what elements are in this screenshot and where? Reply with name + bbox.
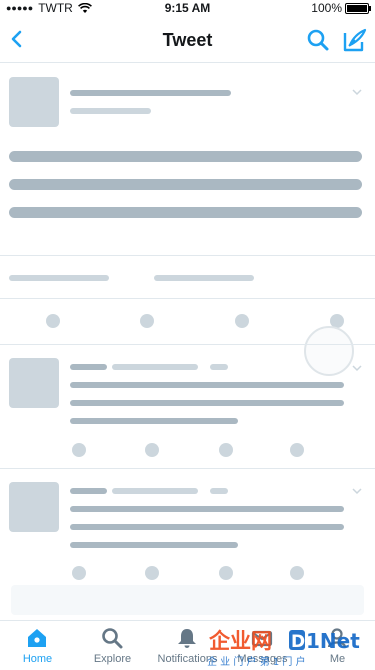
- chevron-down-icon[interactable]: [351, 86, 363, 98]
- avatar-placeholder: [9, 77, 59, 127]
- battery-group: 100%: [311, 1, 371, 15]
- action-like-placeholder[interactable]: [219, 566, 233, 580]
- tab-explore[interactable]: Explore: [75, 621, 150, 670]
- action-reply-placeholder[interactable]: [72, 443, 86, 457]
- name-placeholder: [70, 488, 107, 494]
- text-line-placeholder: [70, 418, 238, 424]
- avatar-placeholder: [9, 358, 59, 408]
- time-placeholder: [210, 488, 228, 494]
- action-like-placeholder[interactable]: [219, 443, 233, 457]
- svg-text:D: D: [291, 632, 305, 652]
- chevron-down-icon[interactable]: [351, 485, 363, 497]
- text-line-placeholder: [9, 207, 362, 218]
- nav-bar: Tweet: [0, 18, 375, 63]
- bell-icon: [178, 629, 196, 648]
- stat-placeholder: [9, 275, 109, 281]
- svg-text:企业网: 企业网: [208, 629, 272, 653]
- text-line-placeholder: [70, 506, 344, 512]
- action-retweet-placeholder[interactable]: [145, 566, 159, 580]
- handle-placeholder: [112, 488, 198, 494]
- status-bar: ●●●●● TWTR 9:15 AM 100%: [0, 0, 375, 18]
- text-line-placeholder: [70, 382, 344, 388]
- action-like-placeholder[interactable]: [235, 314, 249, 328]
- home-icon: [28, 629, 46, 647]
- divider: [0, 298, 375, 299]
- text-line-placeholder: [9, 179, 362, 190]
- name-placeholder: [70, 90, 231, 96]
- compose-icon[interactable]: [341, 26, 369, 54]
- svg-text:1Net: 1Net: [306, 629, 360, 653]
- stat-placeholder: [154, 275, 254, 281]
- reply-composer[interactable]: [11, 585, 364, 615]
- action-retweet-placeholder[interactable]: [140, 314, 154, 328]
- action-share-placeholder[interactable]: [290, 443, 304, 457]
- divider: [0, 255, 375, 256]
- touch-ripple: [304, 326, 354, 376]
- action-reply-placeholder[interactable]: [46, 314, 60, 328]
- action-retweet-placeholder[interactable]: [145, 443, 159, 457]
- watermark-logo: 企业网 D 1Net 企 业 门 户 第 1 门 户: [207, 629, 360, 668]
- time-placeholder: [210, 364, 228, 370]
- tab-home[interactable]: Home: [0, 621, 75, 670]
- text-line-placeholder: [9, 151, 362, 162]
- divider: [0, 344, 375, 345]
- search-icon: [102, 628, 123, 649]
- name-placeholder: [70, 364, 107, 370]
- chevron-down-icon[interactable]: [351, 362, 363, 374]
- search-icon[interactable]: [305, 27, 331, 53]
- text-line-placeholder: [70, 400, 344, 406]
- battery-percent: 100%: [311, 1, 342, 15]
- handle-placeholder: [70, 108, 151, 114]
- battery-icon: [345, 2, 371, 14]
- action-reply-placeholder[interactable]: [72, 566, 86, 580]
- divider: [0, 468, 375, 469]
- text-line-placeholder: [70, 542, 238, 548]
- text-line-placeholder: [70, 524, 344, 530]
- action-share-placeholder[interactable]: [290, 566, 304, 580]
- handle-placeholder: [112, 364, 198, 370]
- svg-text:企 业 门 户 第 1 门 户: 企 业 门 户 第 1 门 户: [207, 655, 306, 668]
- avatar-placeholder: [9, 482, 59, 532]
